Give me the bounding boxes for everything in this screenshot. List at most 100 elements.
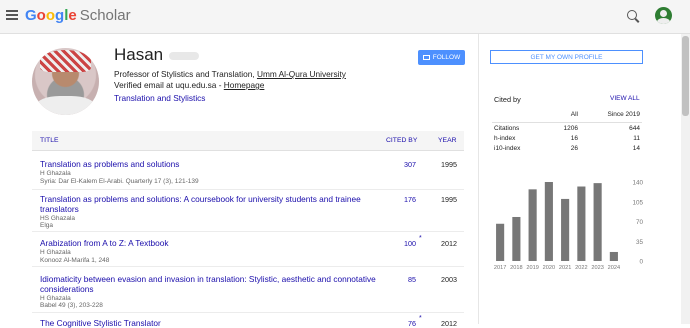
chart-bar-2024[interactable] <box>609 251 618 261</box>
article-venue: Konooz Al-Marifa 1, 248 <box>40 257 110 264</box>
affiliation-text: Professor of Stylistics and Translation, <box>114 69 257 79</box>
articles-table-header: TITLE CITED BY YEAR <box>32 131 464 151</box>
view-all-link[interactable]: VIEW ALL <box>610 95 640 102</box>
sort-title[interactable]: TITLE <box>40 137 59 144</box>
chart-bar-2023[interactable] <box>593 183 602 261</box>
profile-name-text: Hasan <box>114 45 164 64</box>
y-tick-label: 105 <box>632 199 643 206</box>
stat-label[interactable]: h-index <box>494 135 515 142</box>
scrollbar-thumb[interactable] <box>682 36 689 116</box>
x-tick-label: 2024 <box>608 265 620 271</box>
sort-year[interactable]: YEAR <box>438 137 457 144</box>
profile-verified: Verified email at uqu.edu.sa - Homepage <box>114 80 264 90</box>
article-year: 2012 <box>441 239 457 248</box>
article-title-link[interactable]: Idiomaticity between evasion and invasio… <box>40 274 380 294</box>
cited-by-count[interactable]: 85 <box>392 275 416 284</box>
x-tick-label: 2021 <box>559 265 571 271</box>
chart-bar-2021[interactable] <box>561 198 570 261</box>
x-tick-label: 2022 <box>575 265 587 271</box>
article-year: 1995 <box>441 195 457 204</box>
interest-link[interactable]: Translation and Stylistics <box>114 93 205 103</box>
article-title-link[interactable]: The Cognitive Stylistic Translator <box>40 318 380 328</box>
divider <box>478 34 479 324</box>
y-tick-label: 0 <box>639 259 643 266</box>
stats-header: All Since 2019 <box>492 109 642 123</box>
stat-all: 16 <box>570 135 578 142</box>
profile-photo <box>32 48 99 115</box>
article-year: 1995 <box>441 160 457 169</box>
profile-name: Hasan <box>114 45 200 65</box>
stat-since: 14 <box>632 145 640 152</box>
stats-row: h-index 16 11 <box>492 133 642 143</box>
citation-stats-table: All Since 2019 Citations 1206 644 h-inde… <box>492 109 642 153</box>
google-scholar-logo[interactable]: Google Scholar <box>25 7 131 24</box>
logo-letter: o <box>45 7 56 24</box>
table-row: Translation as problems and solutions H … <box>32 159 464 190</box>
x-tick-label: 2019 <box>526 265 538 271</box>
logo-letter: G <box>25 7 37 24</box>
article-venue: Syria: Dar El-Kalem El-Arabi. Quarterly … <box>40 178 199 185</box>
article-title-link[interactable]: Translation as problems and solutions <box>40 159 380 169</box>
article-authors: H Ghazala <box>40 295 71 302</box>
merged-citations-star[interactable]: * <box>419 235 422 242</box>
follow-button[interactable]: FOLLOW <box>418 50 465 65</box>
article-authors: HS Ghazala <box>40 215 76 222</box>
profile-affiliation: Professor of Stylistics and Translation,… <box>114 69 346 79</box>
logo-scholar: Scholar <box>79 7 131 24</box>
chart-bar-2017[interactable] <box>496 223 505 261</box>
menu-icon[interactable] <box>6 10 18 20</box>
stat-since: 11 <box>633 135 640 142</box>
stats-row: i10-index 26 14 <box>492 143 642 153</box>
cited-by-title: Cited by <box>494 95 521 104</box>
merged-citations-star[interactable]: * <box>419 315 422 322</box>
article-title-link[interactable]: Arabization from A to Z: A Textbook <box>40 238 380 248</box>
table-row: Translation as problems and solutions: A… <box>32 194 464 232</box>
logo-letter: e <box>68 7 77 24</box>
citations-bar-chart: 140 105 70 35 0 2017 2018 2019 2020 2021 2022 2023 2… <box>494 180 644 272</box>
logo-letter: g <box>55 7 65 24</box>
redacted-surname <box>169 51 200 60</box>
article-title-link[interactable]: Translation as problems and solutions: A… <box>40 194 380 214</box>
y-tick-label: 140 <box>632 180 643 187</box>
logo-google: Google <box>25 7 77 24</box>
article-year: 2003 <box>441 275 457 284</box>
article-authors: H Ghazala <box>40 170 71 177</box>
x-tick-label: 2020 <box>543 265 555 271</box>
x-tick-label: 2018 <box>510 265 522 271</box>
cited-by-count[interactable]: 176 <box>392 195 416 204</box>
stat-label[interactable]: i10-index <box>494 145 520 152</box>
affiliation-link[interactable]: Umm Al-Qura University <box>257 69 346 79</box>
y-tick-label: 35 <box>636 239 644 246</box>
verified-text: Verified email at uqu.edu.sa - <box>114 80 224 90</box>
follow-label: FOLLOW <box>432 54 461 61</box>
stat-all: 1206 <box>563 125 578 132</box>
col-since: Since 2019 <box>607 111 640 118</box>
search-icon[interactable] <box>627 10 637 20</box>
x-tick-label: 2017 <box>494 265 506 271</box>
chart-bar-2022[interactable] <box>577 186 586 261</box>
top-bar: Google Scholar <box>0 0 690 34</box>
stat-label[interactable]: Citations <box>494 125 519 132</box>
article-venue: Babel 49 (3), 203-228 <box>40 302 103 309</box>
scrollbar[interactable] <box>681 34 690 324</box>
cited-by-count[interactable]: 307 <box>392 160 416 169</box>
table-row: Arabization from A to Z: A Textbook H Gh… <box>32 235 464 267</box>
stats-row: Citations 1206 644 <box>492 123 642 133</box>
logo-letter: o <box>36 7 46 24</box>
chart-bar-2020[interactable] <box>544 182 553 261</box>
cited-by-count[interactable]: 100 <box>392 239 416 248</box>
x-tick-label: 2023 <box>591 265 603 271</box>
sort-cited-by[interactable]: CITED BY <box>386 137 417 144</box>
article-authors: H Ghazala <box>40 249 71 256</box>
homepage-link[interactable]: Homepage <box>224 80 265 90</box>
get-my-profile-button[interactable]: GET MY OWN PROFILE <box>490 50 643 64</box>
mail-icon <box>422 55 430 60</box>
chart-bar-2018[interactable] <box>512 216 521 261</box>
y-tick-label: 70 <box>636 219 644 226</box>
account-avatar[interactable] <box>655 7 672 24</box>
col-all: All <box>570 111 578 118</box>
article-venue: Elga <box>40 222 54 229</box>
table-row: The Cognitive Stylistic Translator 76 * … <box>32 315 464 328</box>
photo-headscarf <box>40 50 91 72</box>
chart-bar-2019[interactable] <box>528 189 537 261</box>
